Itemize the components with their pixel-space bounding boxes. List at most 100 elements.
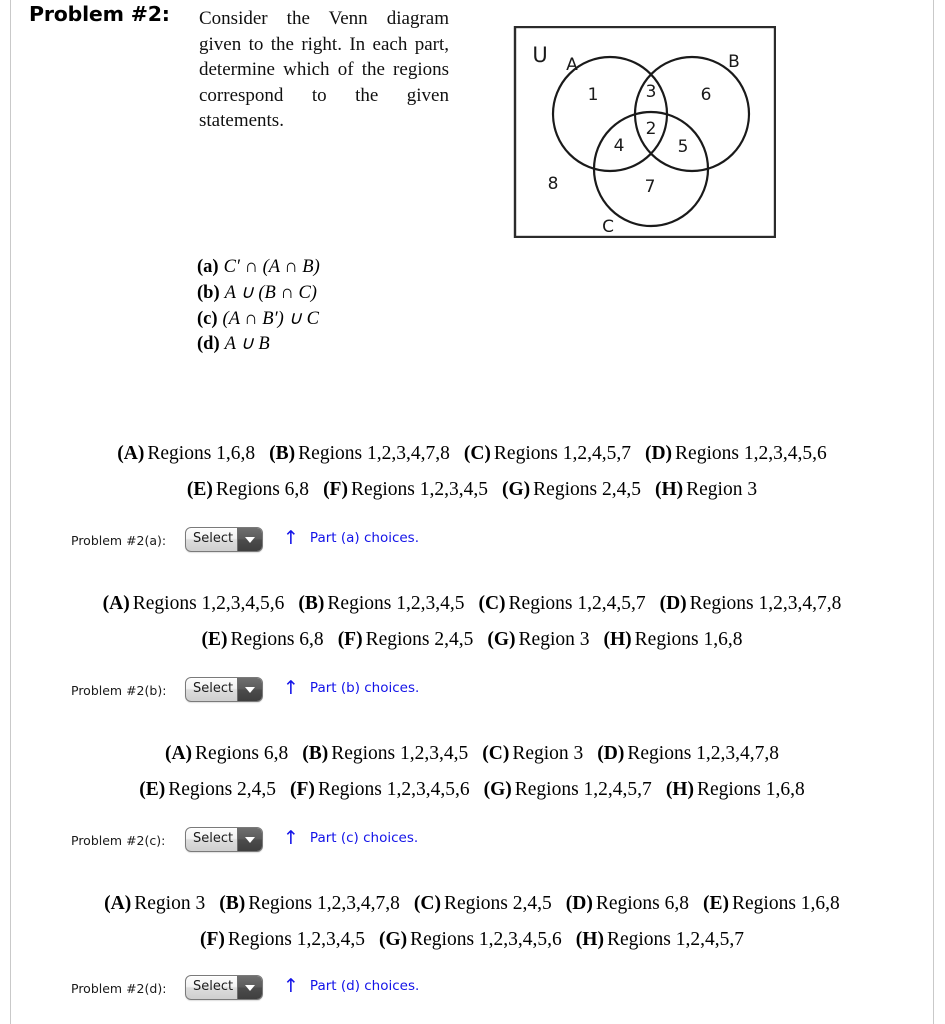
part-expression-a: C′ ∩ (A ∩ B) <box>223 257 320 277</box>
choices-block-c: (A) Regions 6,8 (B) Regions 1,2,3,4,5 (C) Reg… <box>11 736 933 808</box>
choice-option[interactable]: (E) Regions 2,4,5 <box>139 772 276 808</box>
answer-label-d: Problem #2(d): <box>71 981 167 996</box>
chevron-down-icon[interactable] <box>237 528 262 551</box>
choice-option[interactable]: (F) Regions 1,2,3,4,5 <box>323 472 488 508</box>
answer-hint-text-c: Part (c) choices. <box>309 830 419 846</box>
choice-option[interactable]: (D) Regions 1,2,3,4,5,6 <box>645 436 827 472</box>
choice-option[interactable]: (F) Regions 2,4,5 <box>338 622 474 658</box>
problem-prompt-text: Consider the Venn diagram given to the r… <box>199 8 449 131</box>
choices-row: (E) Regions 6,8 (F) Regions 2,4,5 (G) Region … <box>11 622 933 658</box>
choice-text: Regions 6,8 <box>230 629 324 650</box>
choice-option[interactable]: (G) Regions 1,2,3,4,5,6 <box>379 922 562 958</box>
part-tag-d: (d) <box>197 334 220 355</box>
choice-key: (B) <box>302 743 329 764</box>
choice-key: (C) <box>413 893 441 914</box>
choice-text: Regions 1,2,3,4,5 <box>350 479 489 500</box>
choice-key: (G) <box>483 779 512 800</box>
choice-option[interactable]: (A) Regions 6,8 <box>165 736 288 772</box>
choice-option[interactable]: (E) Regions 6,8 <box>187 472 309 508</box>
choice-option[interactable]: (H) Regions 1,2,4,5,7 <box>576 922 744 958</box>
choice-key: (E) <box>201 629 228 650</box>
choice-key: (H) <box>654 479 684 500</box>
choice-key: (H) <box>665 779 694 800</box>
choice-option[interactable]: (E) Regions 6,8 <box>202 622 324 658</box>
choice-option[interactable]: (C) Regions 1,2,4,5,7 <box>478 586 645 622</box>
choice-text: Regions 2,4,5 <box>533 479 641 500</box>
venn-region-7: 7 <box>645 177 656 197</box>
chevron-down-icon[interactable] <box>237 828 262 851</box>
choices-row: (A) Regions 1,6,8 (B) Regions 1,2,3,4,7,8 (C… <box>11 436 933 472</box>
answer-hint-d: ↑ Part (d) choices. <box>283 977 419 996</box>
choice-option[interactable]: (H) Region 3 <box>655 472 757 508</box>
choice-option[interactable]: (B) Regions 1,2,3,4,5 <box>302 736 468 772</box>
choice-option[interactable]: (C) Regions 1,2,4,5,7 <box>464 436 631 472</box>
choice-option[interactable]: (B) Regions 1,2,3,4,7,8 <box>269 436 450 472</box>
answer-select-a[interactable]: Select <box>185 527 263 552</box>
choice-text: Regions 6,8 <box>215 479 310 500</box>
choice-key: (D) <box>659 593 687 614</box>
choice-text: Regions 1,2,3,4,5,6 <box>132 593 285 614</box>
choice-option[interactable]: (A) Regions 1,6,8 <box>117 436 255 472</box>
choice-text: Regions 1,6,8 <box>732 893 840 914</box>
part-item-d: (d) A ∪ B <box>197 332 597 358</box>
choice-option[interactable]: (H) Regions 1,6,8 <box>604 622 743 658</box>
up-arrow-icon: ↑ <box>283 827 299 849</box>
choice-option[interactable]: (F) Regions 1,2,3,4,5 <box>200 922 365 958</box>
problem-header: Problem #2: Consider the Venn diagram gi… <box>11 0 933 250</box>
choice-text: Regions 1,2,3,4,5 <box>327 593 465 614</box>
answer-row-c: Problem #2(c): Select ↑ Part (c) choices. <box>11 827 933 857</box>
answer-select-c[interactable]: Select <box>185 827 263 852</box>
choice-option[interactable]: (A) Regions 1,2,3,4,5,6 <box>103 586 285 622</box>
page-title: Problem #2: <box>29 2 170 26</box>
choice-text: Regions 1,2,3,4,5 <box>331 743 469 764</box>
answer-hint-text-a: Part (a) choices. <box>309 530 420 546</box>
choice-text: Regions 1,2,3,4,5,6 <box>410 929 562 950</box>
choice-option[interactable]: (C) Regions 2,4,5 <box>414 886 552 922</box>
choice-text: Regions 2,4,5 <box>168 779 277 800</box>
choice-option[interactable]: (D) Regions 1,2,3,4,7,8 <box>597 736 779 772</box>
answer-select-b[interactable]: Select <box>185 677 263 702</box>
choice-text: Regions 1,2,4,5,7 <box>606 929 744 950</box>
choice-option[interactable]: (B) Regions 1,2,3,4,5 <box>298 586 464 622</box>
choice-text: Regions 1,6,8 <box>147 443 256 464</box>
choice-option[interactable]: (E) Regions 1,6,8 <box>703 886 840 922</box>
answer-select-d[interactable]: Select <box>185 975 263 1000</box>
choice-option[interactable]: (B) Regions 1,2,3,4,7,8 <box>219 886 400 922</box>
choice-option[interactable]: (D) Regions 6,8 <box>566 886 689 922</box>
choice-key: (C) <box>463 443 491 464</box>
choice-text: Regions 1,2,4,5,7 <box>493 443 631 464</box>
choice-option[interactable]: (G) Region 3 <box>487 622 589 658</box>
venn-region-6: 6 <box>701 85 712 105</box>
choice-text: Regions 1,2,4,5,7 <box>508 593 646 614</box>
choice-key: (H) <box>575 929 604 950</box>
part-expression-c: (A ∩ B′) ∪ C <box>222 308 319 329</box>
venn-label-b: B <box>728 52 740 72</box>
choice-option[interactable]: (A) Region 3 <box>104 886 205 922</box>
choice-option[interactable]: (D) Regions 1,2,3,4,7,8 <box>660 586 842 622</box>
chevron-down-icon[interactable] <box>237 678 262 701</box>
choice-option[interactable]: (G) Regions 1,2,4,5,7 <box>484 772 652 808</box>
choice-text: Regions 1,2,3,4,5,6 <box>317 779 470 800</box>
choice-option[interactable]: (G) Regions 2,4,5 <box>502 472 641 508</box>
part-item-a: (a) C′ ∩ (A ∩ B) <box>197 255 597 281</box>
choice-text: Regions 1,2,3,4,7,8 <box>689 593 842 614</box>
choice-option[interactable]: (H) Regions 1,6,8 <box>666 772 805 808</box>
page-right-rule <box>933 0 934 1024</box>
choice-key: (A) <box>117 443 145 464</box>
choice-key: (D) <box>644 443 673 464</box>
choice-key: (B) <box>219 893 246 914</box>
choices-block-d: (A) Region 3 (B) Regions 1,2,3,4,7,8 (C) Regi… <box>11 886 933 958</box>
part-expression-d: A ∪ B <box>224 334 270 355</box>
choice-key: (B) <box>298 593 325 614</box>
venn-region-8: 8 <box>548 174 559 194</box>
choice-text: Regions 1,2,3,4,5 <box>227 929 365 950</box>
answer-select-value-b: Select <box>193 681 234 696</box>
part-item-b: (b) A ∪ (B ∩ C) <box>197 281 597 307</box>
up-arrow-icon: ↑ <box>283 527 299 549</box>
chevron-down-icon[interactable] <box>237 976 262 999</box>
part-tag-a: (a) <box>197 257 219 277</box>
choice-option[interactable]: (F) Regions 1,2,3,4,5,6 <box>290 772 470 808</box>
choices-block-b: (A) Regions 1,2,3,4,5,6 (B) Regions 1,2,3,4… <box>11 586 933 658</box>
choice-key: (F) <box>200 929 225 950</box>
choice-option[interactable]: (C) Region 3 <box>482 736 583 772</box>
